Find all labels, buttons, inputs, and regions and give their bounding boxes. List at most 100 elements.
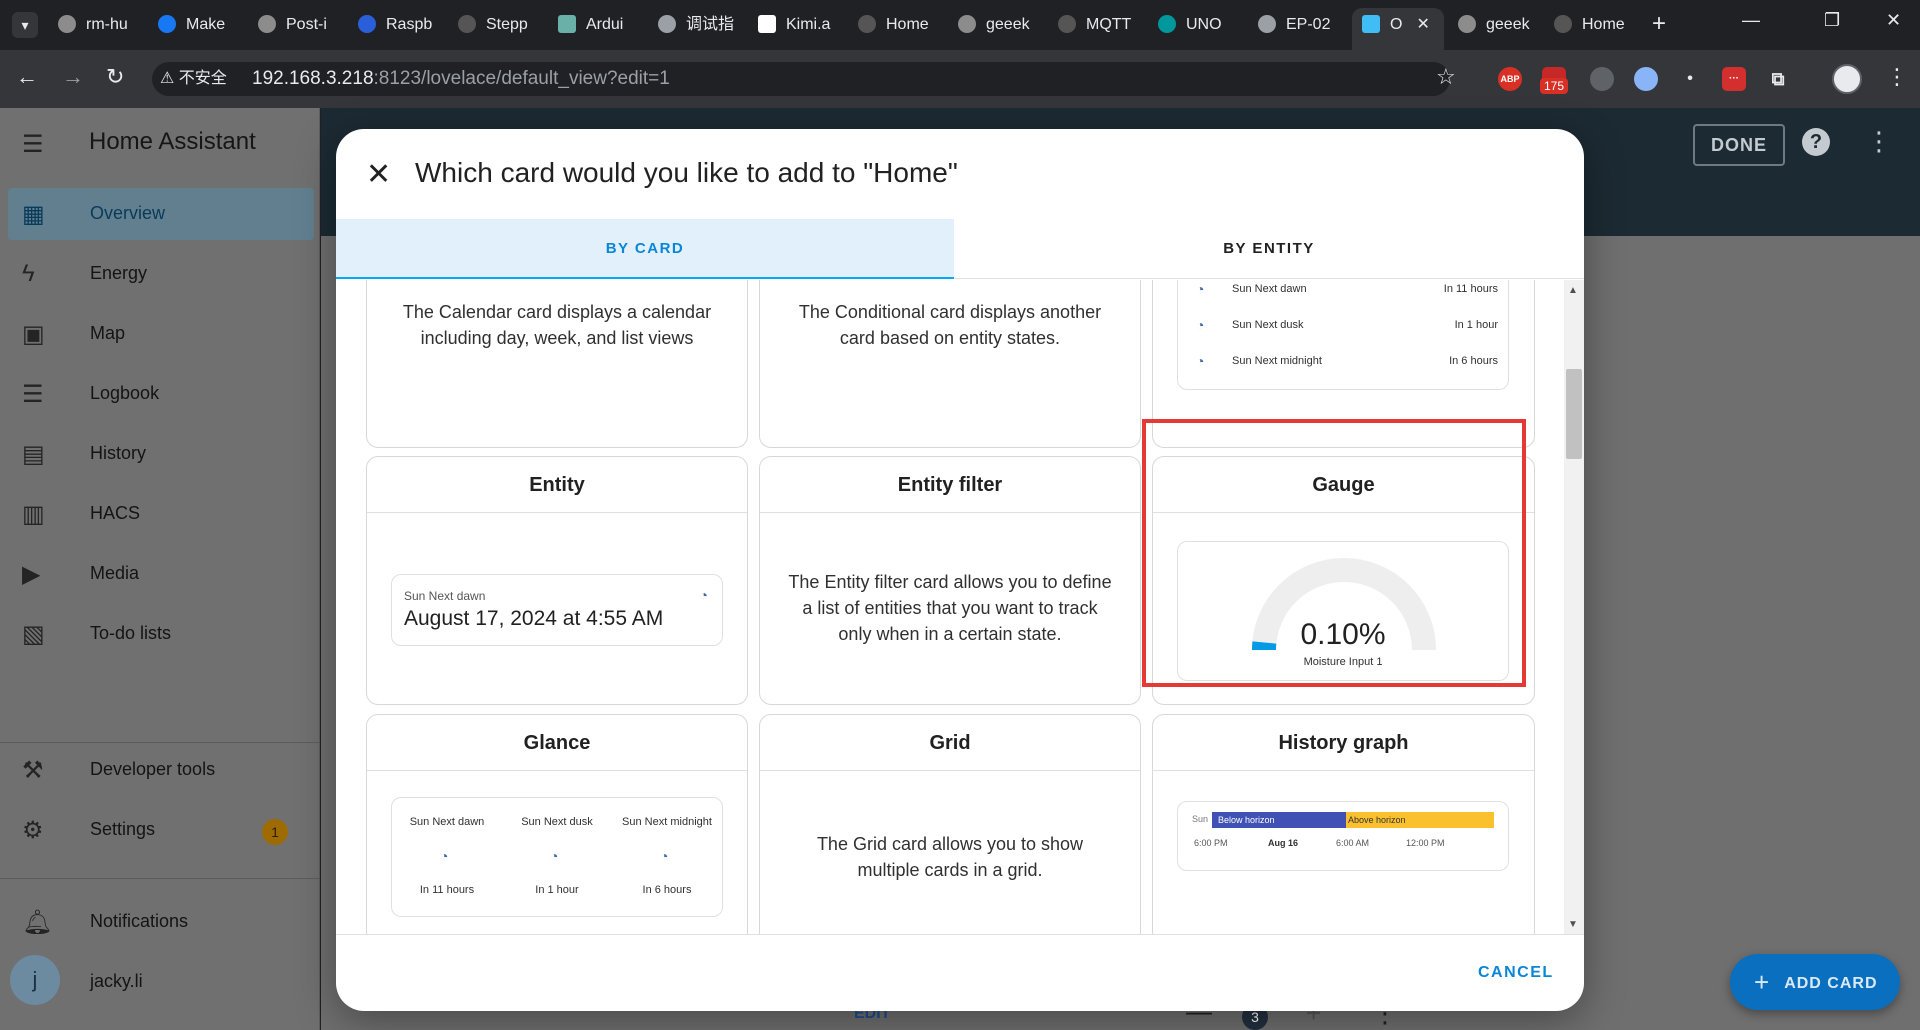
history-bar-below: Below horizon (1212, 812, 1346, 828)
help-icon[interactable]: ? (1802, 128, 1830, 156)
url-path: :8123/lovelace/default_view?edit=1 (373, 68, 670, 89)
arduino-icon (1158, 15, 1176, 33)
sidebar-item-label: Settings (90, 819, 156, 839)
tab-by-entity[interactable]: BY ENTITY (954, 219, 1584, 279)
tab-label: Ardui (586, 16, 624, 33)
restore-icon[interactable]: ❐ (1824, 10, 1840, 31)
tab-search-button[interactable]: ▾ (12, 12, 38, 38)
sidebar-item-developer-tools[interactable]: ⚒ Developer tools (0, 744, 320, 796)
browser-tab[interactable]: Home (858, 8, 948, 42)
sidebar-item-notifications[interactable]: 🔔︎ Notifications (0, 896, 320, 948)
card-description: The Conditional card displays another ca… (798, 302, 1102, 348)
tab-label: EP-02 (1286, 16, 1331, 33)
back-icon[interactable]: ← (16, 64, 38, 90)
sidebar-item-label: Logbook (90, 383, 160, 403)
entity-name: Sun Next dusk (1232, 319, 1304, 331)
puzzle-icon[interactable]: ⧉ (1766, 67, 1790, 91)
cancel-button[interactable]: CANCEL (1478, 964, 1554, 982)
browser-tab[interactable]: 调试指 (658, 8, 748, 42)
card-option-entity[interactable]: Entity Sun Next dawn August 17, 2024 at … (366, 456, 748, 705)
dots-extension-icon[interactable]: ··· (1722, 67, 1746, 91)
bulb-extension-icon[interactable] (1590, 67, 1614, 91)
highlight-box (1142, 419, 1526, 687)
github-icon (258, 15, 276, 33)
card-title: Entity filter (760, 457, 1140, 513)
user-name[interactable]: jacky.li (90, 971, 143, 992)
card-title: Glance (367, 715, 747, 771)
circle-extension-icon[interactable] (1634, 67, 1658, 91)
sidebar-item-label: Map (90, 323, 126, 343)
browser-tab[interactable]: rm-hu (58, 8, 148, 42)
browser-tab[interactable]: Post-i (258, 8, 348, 42)
history-bar-above: Above horizon (1346, 812, 1494, 828)
sun-clock-icon: ◔ (1196, 353, 1205, 369)
settings-badge: 1 (262, 819, 288, 845)
card-option-entity-filter[interactable]: Entity filter The Entity filter card all… (759, 456, 1141, 705)
pin-extension-icon[interactable]: • (1678, 67, 1702, 91)
sidebar-item-media[interactable]: ▶ Media (0, 548, 320, 600)
tab-label: Home (1582, 16, 1625, 33)
sidebar-item-energy[interactable]: ϟ Energy (0, 248, 320, 300)
clipboard-icon: ▧ (22, 621, 45, 648)
sidebar-item-history[interactable]: ▤ History (0, 428, 320, 480)
sidebar-item-hacs[interactable]: ▥ HACS (0, 488, 320, 540)
url-text[interactable]: 192.168.3.218:8123/lovelace/default_view… (252, 67, 670, 91)
card-option-grid[interactable]: Grid The Grid card allows you to show mu… (759, 714, 1141, 934)
browser-tab[interactable]: geeek (958, 8, 1048, 42)
scrollbar-thumb[interactable] (1566, 369, 1582, 459)
new-tab-icon[interactable]: + (1652, 10, 1666, 38)
dialog-title: Which card would you like to add to "Hom… (415, 157, 958, 188)
card-description: The Entity filter card allows you to def… (788, 572, 1112, 644)
glance-entity-name: Sun Next dawn (409, 816, 485, 828)
window-close-icon[interactable]: ✕ (1886, 10, 1901, 31)
browser-menu-icon[interactable]: ⋮ (1886, 64, 1908, 90)
security-warning[interactable]: ⚠ 不安全 (160, 68, 227, 90)
sun-clock-icon: ◔ (1196, 317, 1205, 333)
browser-tab[interactable]: Raspb (358, 8, 448, 42)
dialog-footer (336, 934, 1584, 1011)
browser-tab[interactable]: EP-02 (1258, 8, 1348, 42)
browser-tab[interactable]: Kimi.a (758, 8, 848, 42)
card-option-calendar[interactable]: The Calendar card displays a calendar in… (366, 280, 748, 448)
globe-icon (658, 15, 676, 33)
minimize-icon[interactable]: — (1742, 10, 1760, 31)
browser-tab[interactable]: Make (158, 8, 248, 42)
add-card-button[interactable]: + ADD CARD (1730, 954, 1900, 1010)
arduino-icon (558, 15, 576, 33)
entities-preview: ◔ Sun Next dawn In 11 hours ◔ Sun Next d… (1177, 280, 1509, 390)
sidebar-item-map[interactable]: ▣ Map (0, 308, 320, 360)
tab-by-card[interactable]: BY CARD (336, 219, 954, 279)
browser-tab[interactable]: Ardui (558, 8, 648, 42)
avatar[interactable]: j (10, 955, 60, 1005)
sidebar-item-overview[interactable]: ▦ Overview (8, 188, 314, 240)
plus-icon: + (1754, 967, 1771, 997)
sidebar-item-logbook[interactable]: ☰ Logbook (0, 368, 320, 420)
glance-entity-state: In 6 hours (642, 884, 692, 896)
browser-tab[interactable]: Home (1554, 8, 1640, 42)
browser-tab[interactable]: Stepp (458, 8, 548, 42)
bell-icon: 🔔︎ (22, 909, 53, 936)
card-option-history-graph[interactable]: History graph Sun Below horizon Above ho… (1152, 714, 1535, 934)
scroll-down-icon[interactable]: ▼ (1568, 919, 1578, 930)
sidebar-item-todo[interactable]: ▧ To-do lists (0, 608, 320, 660)
close-icon[interactable]: ✕ (1416, 16, 1429, 33)
glance-entity-name: Sun Next midnight (622, 816, 712, 828)
close-icon[interactable]: ✕ (366, 157, 391, 192)
browser-tab[interactable]: UNO (1158, 8, 1248, 42)
profile-avatar[interactable] (1832, 64, 1862, 94)
done-button[interactable]: DONE (1693, 124, 1785, 166)
url-host: 192.168.3.218 (252, 68, 374, 89)
browser-tab[interactable]: geeek (1458, 8, 1548, 42)
browser-tab-active[interactable]: O ✕ (1352, 8, 1444, 50)
menu-collapse-icon[interactable]: ☰ (22, 130, 44, 159)
more-options-icon[interactable]: ⋮ (1866, 126, 1892, 157)
sidebar-item-label: Overview (90, 203, 166, 223)
card-option-glance[interactable]: Glance Sun Next dawn ◔ In 11 hours Sun N… (366, 714, 748, 934)
browser-tab[interactable]: MQTT (1058, 8, 1148, 42)
scroll-up-icon[interactable]: ▲ (1568, 285, 1578, 296)
bookmark-star-icon[interactable]: ☆ (1436, 64, 1456, 90)
reload-icon[interactable]: ↻ (106, 64, 124, 90)
adblock-extension-icon[interactable]: ABP (1498, 67, 1522, 91)
forward-icon[interactable]: → (62, 64, 84, 90)
card-option-conditional[interactable]: The Conditional card displays another ca… (759, 280, 1141, 448)
